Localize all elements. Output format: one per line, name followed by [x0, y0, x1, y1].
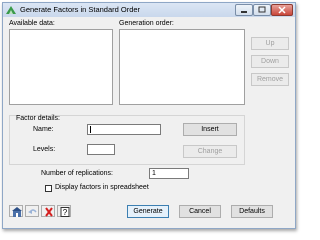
replications-input[interactable]: 1: [149, 168, 189, 179]
name-label: Name:: [33, 126, 54, 133]
close-icon: [278, 6, 286, 14]
undo-icon: [28, 209, 37, 214]
maximize-icon: [258, 6, 266, 13]
pin-button[interactable]: [9, 205, 23, 217]
clear-icon: [45, 207, 53, 217]
help-button[interactable]: ?: [57, 205, 71, 217]
spreadsheet-label: Display factors in spreadsheet: [55, 184, 149, 191]
minimize-button[interactable]: [235, 4, 253, 16]
generation-order-list[interactable]: [119, 29, 245, 105]
defaults-button[interactable]: Defaults: [231, 205, 273, 218]
text-caret: [90, 126, 91, 133]
cancel-button[interactable]: Cancel: [179, 205, 221, 218]
minimize-icon: [241, 11, 247, 13]
available-data-label: Available data:: [9, 20, 55, 27]
factor-details-label: Factor details:: [16, 115, 60, 122]
maximize-button[interactable]: [253, 4, 271, 16]
remove-button[interactable]: Remove: [251, 73, 289, 86]
spreadsheet-checkbox[interactable]: [45, 185, 52, 192]
replications-label: Number of replications:: [41, 170, 113, 177]
help-icon: ?: [60, 207, 70, 217]
undo-button[interactable]: [25, 205, 39, 217]
generate-button[interactable]: Generate: [127, 205, 169, 218]
insert-button[interactable]: Insert: [183, 123, 237, 136]
levels-input[interactable]: [87, 144, 115, 155]
clear-button[interactable]: [41, 205, 55, 217]
generation-order-label: Generation order:: [119, 20, 174, 27]
up-button[interactable]: Up: [251, 37, 289, 50]
down-button[interactable]: Down: [251, 55, 289, 68]
app-icon: [6, 6, 16, 14]
dialog-window: Generate Factors in Standard Order Avail…: [2, 2, 296, 229]
window-title: Generate Factors in Standard Order: [20, 5, 141, 14]
pin-icon: [12, 207, 22, 217]
available-data-list[interactable]: [9, 29, 113, 105]
name-input[interactable]: [87, 124, 161, 135]
levels-label: Levels:: [33, 146, 56, 153]
change-button[interactable]: Change: [183, 145, 237, 158]
close-button[interactable]: [271, 4, 293, 16]
svg-text:?: ?: [63, 208, 68, 217]
title-bar[interactable]: Generate Factors in Standard Order: [3, 3, 295, 17]
